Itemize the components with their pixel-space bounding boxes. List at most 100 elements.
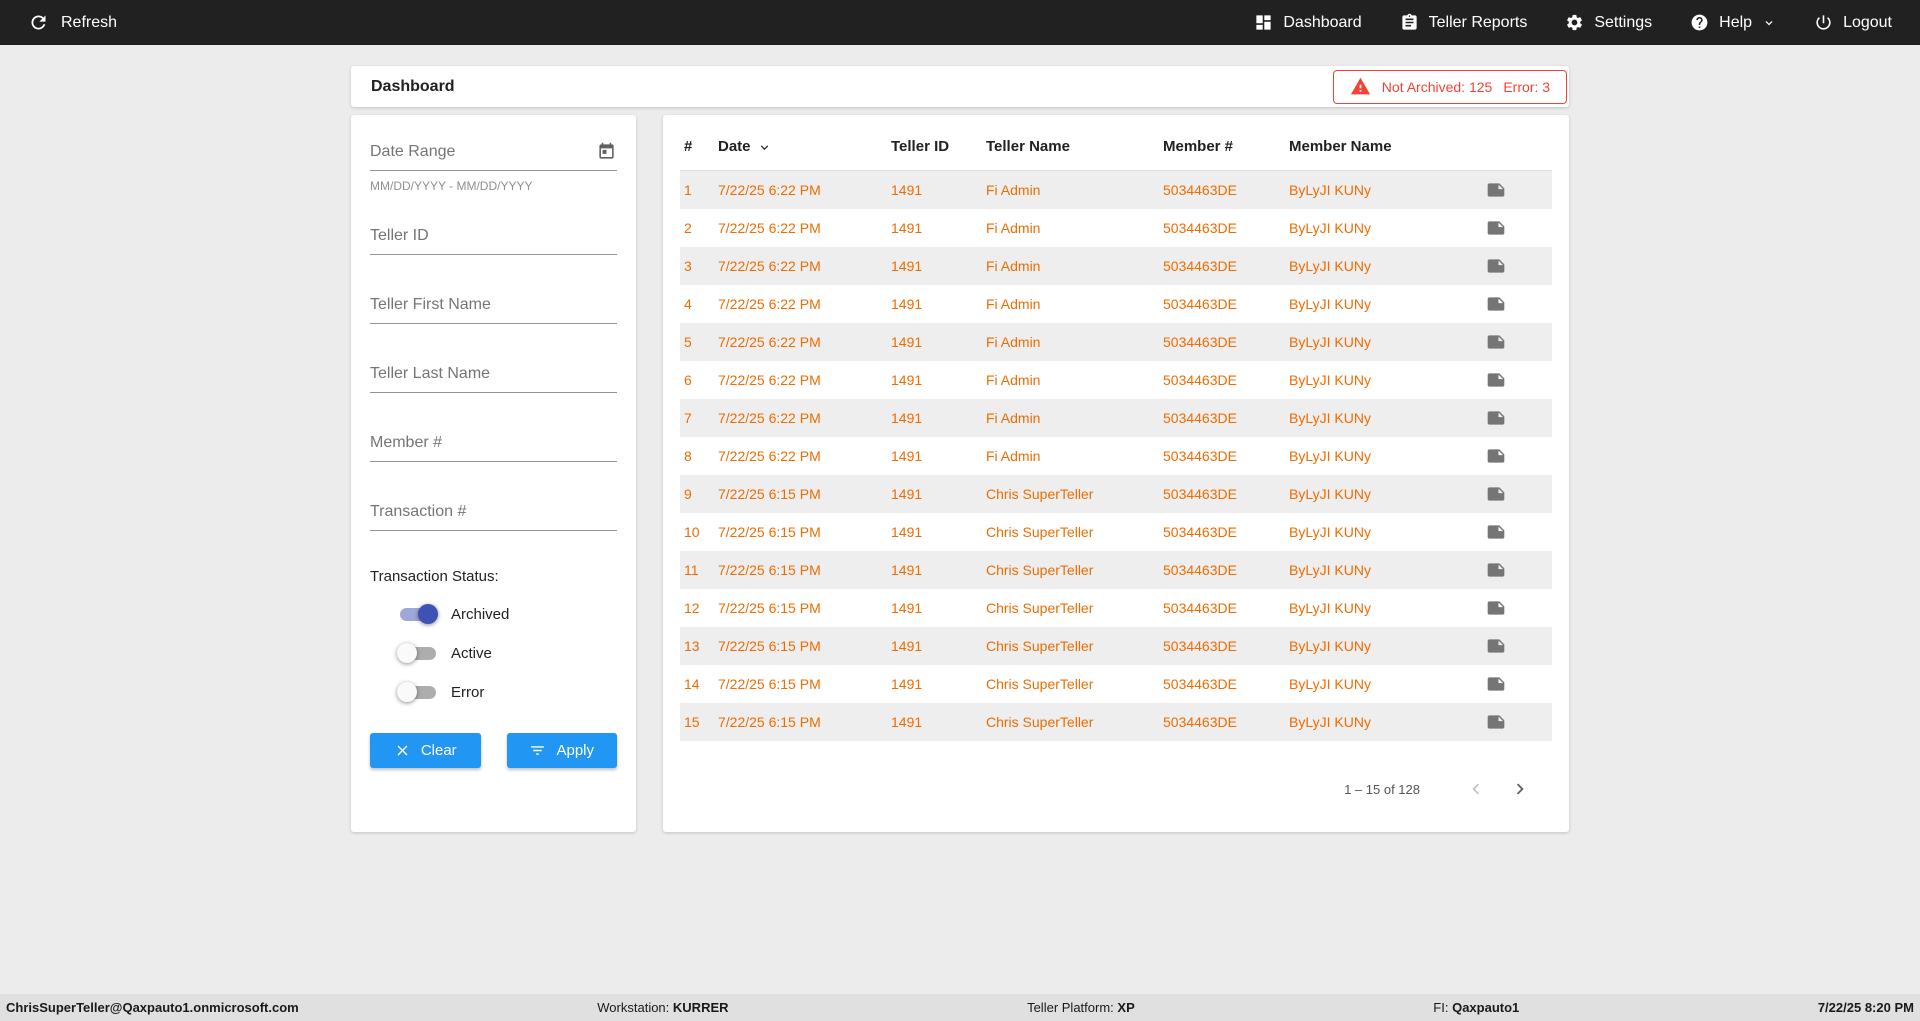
cell-member-name: ByLyJI KUNy (1289, 372, 1371, 388)
note-icon[interactable] (1486, 674, 1506, 694)
top-nav: Dashboard Teller Reports Settings Help L… (1254, 13, 1892, 32)
cell-member-number: 5034463DE (1163, 524, 1237, 540)
cell-number: 9 (684, 486, 692, 502)
note-icon[interactable] (1486, 522, 1506, 542)
date-range-field: MM/DD/YYYY - MM/DD/YYYY (370, 139, 617, 193)
note-icon[interactable] (1486, 560, 1506, 580)
platform-label: Teller Platform: (1027, 1000, 1114, 1015)
note-icon[interactable] (1486, 256, 1506, 276)
calendar-icon[interactable] (597, 142, 616, 161)
cell-teller-id: 1491 (891, 676, 923, 692)
member-number-input[interactable] (370, 430, 617, 462)
note-icon[interactable] (1486, 408, 1506, 428)
table-row[interactable]: 4 7/22/25 6:22 PM 1491 Fi Admin 5034463DE ByL… (680, 285, 1552, 323)
table-row[interactable]: 7 7/22/25 6:22 PM 1491 Fi Admin 5034463DE ByL… (680, 399, 1552, 437)
note-icon[interactable] (1486, 218, 1506, 238)
note-icon[interactable] (1486, 598, 1506, 618)
cell-member-name: ByLyJI KUNy (1289, 182, 1371, 198)
cell-teller-name: Fi Admin (986, 182, 1041, 198)
toggle-archived[interactable] (397, 603, 439, 625)
cell-member-number: 5034463DE (1163, 714, 1237, 730)
nav-teller-reports[interactable]: Teller Reports (1400, 13, 1528, 32)
note-icon[interactable] (1486, 180, 1506, 200)
cell-teller-id: 1491 (891, 714, 923, 730)
note-icon[interactable] (1486, 332, 1506, 352)
dashboard-icon (1256, 15, 1271, 30)
nav-help[interactable]: Help (1690, 13, 1776, 32)
cell-teller-id: 1491 (891, 600, 923, 616)
refresh-button[interactable]: Refresh (28, 12, 117, 33)
refresh-icon (31, 15, 46, 30)
transaction-number-input[interactable] (370, 499, 617, 531)
table-row[interactable]: 8 7/22/25 6:22 PM 1491 Fi Admin 5034463DE ByL… (680, 437, 1552, 475)
help-icon (1691, 14, 1708, 31)
toggle-label: Active (451, 644, 492, 662)
cell-date: 7/22/25 6:15 PM (718, 524, 821, 540)
cell-member-number: 5034463DE (1163, 410, 1237, 426)
cell-teller-id: 1491 (891, 296, 923, 312)
workstation-label: Workstation: (597, 1000, 670, 1015)
cell-member-number: 5034463DE (1163, 258, 1237, 274)
apply-button[interactable]: Apply (506, 733, 617, 768)
nav-label: Teller Reports (1428, 13, 1528, 31)
note-icon[interactable] (1486, 712, 1506, 732)
note-icon[interactable] (1486, 370, 1506, 390)
nav-logout[interactable]: Logout (1814, 13, 1892, 32)
cell-teller-name: Chris SuperTeller (986, 714, 1094, 730)
gear-icon (1567, 14, 1583, 31)
datetime-value: 7/22/25 8:20 PM (1817, 1000, 1914, 1015)
teller-last-name-input[interactable] (370, 361, 617, 393)
col-date[interactable]: Date (718, 138, 891, 155)
note-icon[interactable] (1486, 294, 1506, 314)
cell-date: 7/22/25 6:22 PM (718, 334, 821, 350)
table-row[interactable]: 15 7/22/25 6:15 PM 1491 Chris SuperTeller 50… (680, 703, 1552, 741)
teller-first-name-input[interactable] (370, 292, 617, 324)
teller-id-input[interactable] (370, 223, 617, 255)
cell-number: 10 (684, 524, 700, 540)
cell-teller-name: Fi Admin (986, 296, 1041, 312)
cell-number: 4 (684, 296, 692, 312)
teller-platform: Teller Platform: XP (1027, 1000, 1135, 1015)
cell-teller-id: 1491 (891, 448, 923, 464)
cell-member-number: 5034463DE (1163, 334, 1237, 350)
nav-dashboard[interactable]: Dashboard (1254, 13, 1362, 32)
table-row[interactable]: 1 7/22/25 6:22 PM 1491 Fi Admin 5034463DE ByL… (680, 171, 1552, 209)
toggle-error[interactable] (397, 681, 439, 703)
cell-teller-id: 1491 (891, 410, 923, 426)
cell-member-number: 5034463DE (1163, 448, 1237, 464)
cell-member-name: ByLyJI KUNy (1289, 600, 1371, 616)
not-archived-count: Not Archived: 125 (1381, 78, 1493, 95)
cell-number: 3 (684, 258, 692, 274)
cell-date: 7/22/25 6:15 PM (718, 562, 821, 578)
table-row[interactable]: 2 7/22/25 6:22 PM 1491 Fi Admin 5034463DE ByL… (680, 209, 1552, 247)
cell-teller-name: Fi Admin (986, 220, 1041, 236)
col-teller-name: Teller Name (986, 138, 1070, 155)
table-row[interactable]: 5 7/22/25 6:22 PM 1491 Fi Admin 5034463DE ByL… (680, 323, 1552, 361)
table-row[interactable]: 13 7/22/25 6:15 PM 1491 Chris SuperTeller 50… (680, 627, 1552, 665)
table-row[interactable]: 14 7/22/25 6:15 PM 1491 Chris SuperTeller 50… (680, 665, 1552, 703)
table-row[interactable]: 11 7/22/25 6:15 PM 1491 Chris SuperTeller 50… (680, 551, 1552, 589)
table-header: # Date Teller ID Teller Name Member # Me… (680, 123, 1552, 171)
next-page-button[interactable] (1498, 767, 1542, 811)
table-row[interactable]: 10 7/22/25 6:15 PM 1491 Chris SuperTeller 50… (680, 513, 1552, 551)
note-icon[interactable] (1486, 636, 1506, 656)
cell-member-number: 5034463DE (1163, 372, 1237, 388)
date-range-input[interactable] (370, 139, 617, 171)
table-row[interactable]: 12 7/22/25 6:15 PM 1491 Chris SuperTeller 50… (680, 589, 1552, 627)
nav-settings[interactable]: Settings (1565, 13, 1652, 32)
table-row[interactable]: 3 7/22/25 6:22 PM 1491 Fi Admin 5034463DE ByL… (680, 247, 1552, 285)
note-icon[interactable] (1486, 484, 1506, 504)
filter-fields (370, 223, 617, 531)
nav-label: Help (1719, 13, 1753, 31)
cell-date: 7/22/25 6:22 PM (718, 448, 821, 464)
clear-button[interactable]: Clear (370, 733, 481, 768)
cell-teller-id: 1491 (891, 372, 923, 388)
toggle-active[interactable] (397, 642, 439, 664)
chevron-down-icon (1765, 20, 1773, 25)
chevron-left-icon (1472, 783, 1480, 795)
note-icon[interactable] (1486, 446, 1506, 466)
nav-label: Settings (1594, 13, 1653, 31)
table-row[interactable]: 6 7/22/25 6:22 PM 1491 Fi Admin 5034463DE ByL… (680, 361, 1552, 399)
cell-teller-name: Fi Admin (986, 410, 1041, 426)
table-row[interactable]: 9 7/22/25 6:15 PM 1491 Chris SuperTeller 503… (680, 475, 1552, 513)
